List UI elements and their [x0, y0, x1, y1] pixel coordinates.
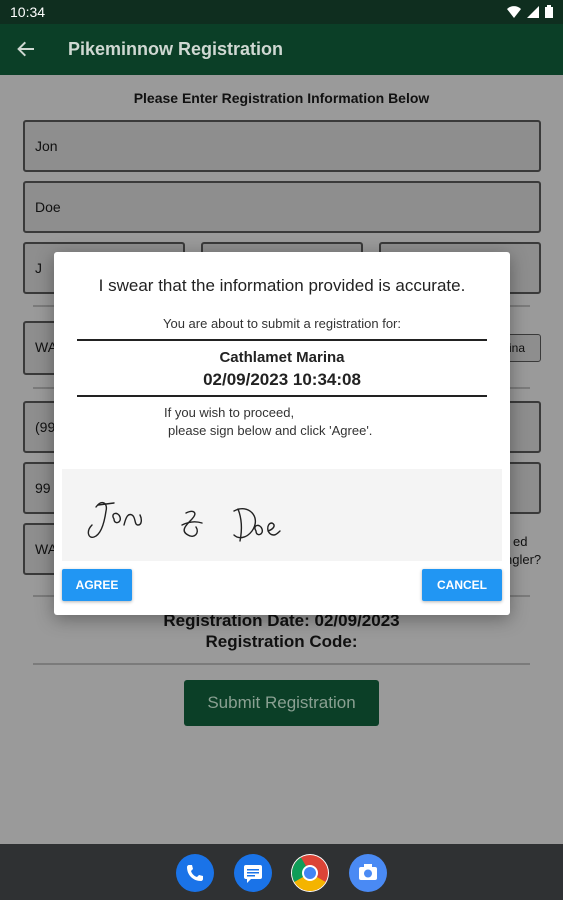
dialog-instruction-line2: please sign below and click 'Agree'. — [168, 423, 373, 438]
phone-icon[interactable] — [176, 854, 214, 892]
first-name-value: Jon — [35, 138, 58, 154]
phone-value: (99 — [35, 419, 56, 435]
signature-pad[interactable] — [62, 469, 502, 561]
back-arrow-icon[interactable] — [16, 39, 36, 59]
first-name-field[interactable]: Jon — [23, 120, 541, 172]
app-bar: Pikeminnow Registration — [0, 24, 563, 75]
number-value: 99 — [35, 480, 51, 496]
status-time: 10:34 — [10, 4, 46, 20]
camera-icon[interactable] — [349, 854, 387, 892]
dialog-subtitle: You are about to submit a registration f… — [163, 316, 401, 331]
last-name-field[interactable]: Doe — [23, 181, 541, 233]
agree-button[interactable]: AGREE — [62, 569, 132, 601]
status-bar: 10:34 — [0, 0, 563, 24]
submit-registration-button[interactable]: Submit Registration — [184, 680, 379, 726]
divider — [33, 663, 530, 665]
side-label-1: ed — [513, 534, 528, 549]
middle-initial-value: J — [35, 260, 42, 276]
last-name-value: Doe — [35, 199, 61, 215]
messages-icon[interactable] — [234, 854, 272, 892]
form-heading: Please Enter Registration Information Be… — [133, 90, 430, 106]
dock-bar — [0, 844, 563, 900]
dialog-divider-top — [77, 339, 487, 341]
side-label-2: ngler? — [505, 552, 542, 567]
battery-icon — [545, 5, 553, 18]
chrome-icon[interactable] — [291, 854, 329, 892]
cancel-button[interactable]: CANCEL — [422, 569, 502, 601]
wifi-icon — [507, 5, 521, 18]
dialog-location: Cathlamet Marina — [219, 349, 345, 366]
dialog-instruction-line1: If you wish to proceed, — [164, 405, 295, 420]
dialog-title: I swear that the information provided is… — [98, 276, 466, 295]
confirmation-dialog: I swear that the information provided is… — [54, 252, 510, 615]
dialog-datetime: 02/09/2023 10:34:08 — [203, 370, 361, 389]
app-title: Pikeminnow Registration — [68, 39, 284, 59]
signature-drawing — [87, 501, 281, 542]
signal-icon — [527, 5, 539, 18]
registration-code: Registration Code: — [205, 632, 358, 651]
dialog-divider-bottom — [77, 395, 487, 397]
